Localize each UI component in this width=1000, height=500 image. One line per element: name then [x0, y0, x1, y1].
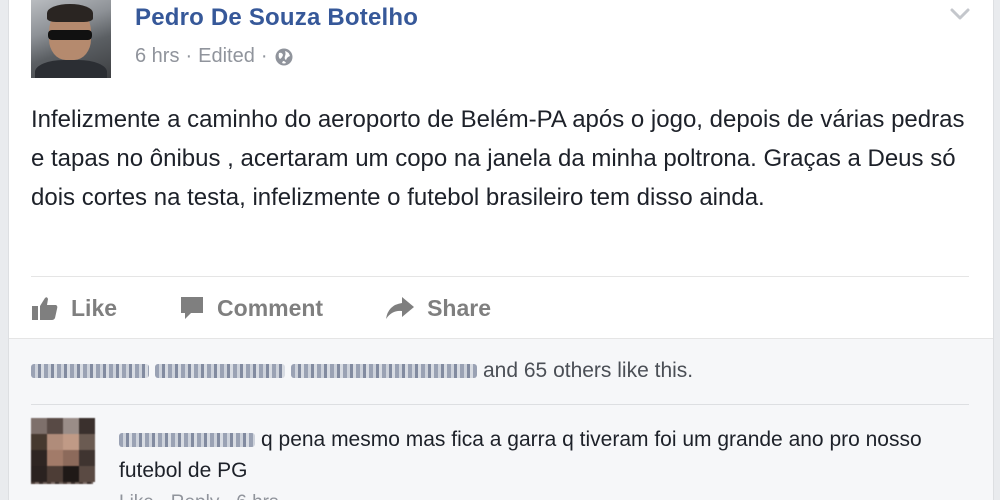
comment-button[interactable]: Comment [179, 295, 323, 322]
comment-meta: Like · Reply · 6 hrs [119, 492, 278, 500]
commenter-name[interactable] [119, 433, 255, 448]
author-name[interactable]: Pedro De Souza Botelho [135, 4, 418, 32]
post-text: Infelizmente a caminho do aeroporto de B… [31, 106, 965, 211]
feedback-area: and 65 others like this. q pena mesmo ma… [9, 338, 993, 500]
likes-count-text[interactable]: and 65 others like this. [483, 359, 693, 383]
thumbs-up-icon [32, 297, 58, 320]
divider [31, 276, 969, 277]
author-avatar[interactable] [31, 0, 111, 78]
likes-summary: and 65 others like this. [31, 359, 693, 383]
globe-icon[interactable] [274, 47, 294, 67]
post-time[interactable]: 6 hrs [135, 45, 179, 68]
comment-time[interactable]: 6 hrs [236, 492, 278, 500]
comment-like-link[interactable]: Like [119, 492, 154, 500]
like-label: Like [71, 294, 118, 321]
meta-separator: · [260, 45, 268, 67]
edited-label[interactable]: Edited [198, 45, 255, 68]
liker-name[interactable] [31, 364, 149, 378]
post-actions: Like Comment Share [31, 288, 553, 328]
share-icon [386, 297, 415, 319]
liker-name[interactable] [291, 364, 477, 378]
post-meta: 6 hrs · Edited · [135, 45, 294, 68]
chevron-down-icon[interactable] [949, 6, 971, 22]
like-button[interactable]: Like [31, 295, 117, 322]
share-label: Share [427, 294, 492, 321]
comment-icon [181, 297, 204, 319]
comment-label: Comment [217, 294, 324, 321]
share-button[interactable]: Share [385, 295, 491, 322]
comment-body: q pena mesmo mas fica a garra q tiveram … [119, 424, 949, 486]
commenter-avatar[interactable] [31, 418, 95, 484]
comment-reply-link[interactable]: Reply [171, 492, 220, 500]
divider [31, 404, 969, 405]
post-card: Pedro De Souza Botelho 6 hrs · Edited · … [8, 0, 994, 500]
liker-name[interactable] [155, 364, 285, 378]
meta-separator: · [185, 45, 193, 67]
